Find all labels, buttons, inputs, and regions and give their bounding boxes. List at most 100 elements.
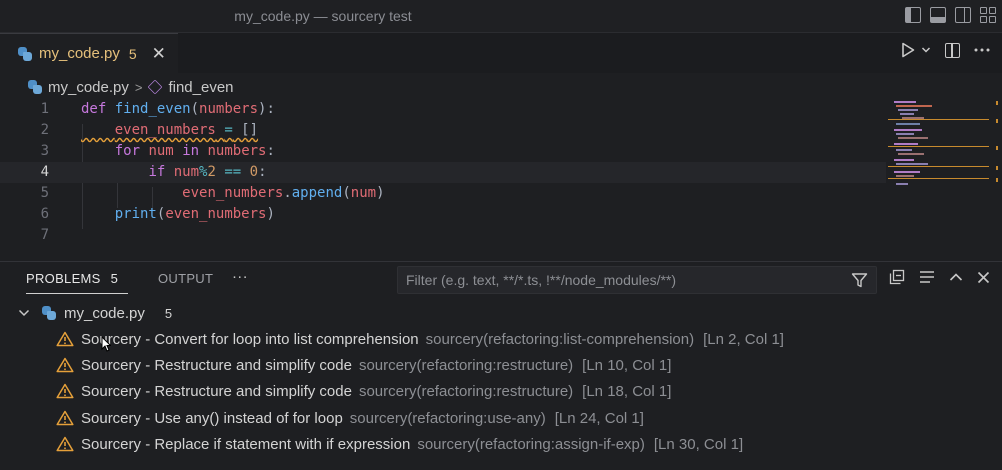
filter-input[interactable] <box>398 267 838 293</box>
minimap-line <box>896 123 920 125</box>
overview-ruler-marker <box>996 119 998 123</box>
code-text: if num%2 == 0: <box>148 164 267 180</box>
problem-message: Sourcery - Restructure and simplify code <box>81 356 352 374</box>
breadcrumb-file[interactable]: my_code.py <box>48 79 129 96</box>
bottom-panel: PROBLEMS 5 OUTPUT ··· my_code.py 5 Source… <box>0 261 1002 470</box>
minimap-warning-marker <box>888 119 989 120</box>
chevron-down-icon[interactable] <box>18 308 30 318</box>
chevron-down-icon[interactable] <box>921 45 931 55</box>
tab-close-icon[interactable]: ✕ <box>152 44 166 64</box>
minimap-line <box>896 149 912 151</box>
tab-problems-label: PROBLEMS <box>26 271 101 286</box>
code-text: print(even_numbers) <box>114 206 275 222</box>
minimap-line <box>900 113 914 115</box>
code-line: 7 <box>0 225 886 246</box>
title-bar: my_code.py — sourcery test <box>0 0 1002 33</box>
problem-source: sourcery(refactoring:use-any) <box>349 409 546 427</box>
code-line: 3 for num in numbers: <box>0 141 886 162</box>
minimap-warning-marker <box>888 178 989 179</box>
problem-source: sourcery(refactoring:restructure) <box>358 382 574 400</box>
problem-message: Sourcery - Use any() instead of for loop <box>81 409 343 427</box>
code-text: for num in numbers: <box>114 143 275 159</box>
problems-file-node[interactable]: my_code.py 5 <box>18 303 172 323</box>
problem-location: [Ln 30, Col 1] <box>653 435 744 453</box>
editor-tab[interactable]: my_code.py 5 ✕ <box>0 33 178 73</box>
active-tab-indicator <box>26 293 128 294</box>
overview-ruler-marker <box>996 178 998 182</box>
python-file-icon <box>28 80 42 94</box>
code-text: even_numbers = [] <box>114 122 259 138</box>
maximize-panel-icon[interactable] <box>949 272 963 282</box>
minimap-warning-marker <box>888 146 989 147</box>
problem-item[interactable]: Sourcery - Convert for loop into list co… <box>56 328 784 350</box>
problem-source: sourcery(refactoring:restructure) <box>358 356 574 374</box>
python-file-icon <box>18 46 32 61</box>
more-actions-icon[interactable] <box>974 48 990 52</box>
overview-ruler-marker <box>996 146 998 150</box>
problem-location: [Ln 2, Col 1] <box>703 330 784 348</box>
problem-item[interactable]: Sourcery - Restructure and simplify code… <box>56 380 671 402</box>
run-icon[interactable] <box>901 42 915 58</box>
code-text: even_numbers.append(num) <box>182 185 385 201</box>
minimap-line <box>896 183 908 185</box>
problem-location: [Ln 24, Col 1] <box>554 409 644 427</box>
problem-source: sourcery(refactoring:list-comprehension) <box>425 330 695 348</box>
minimap-line <box>894 143 918 145</box>
breadcrumb-symbol[interactable]: find_even <box>168 79 233 96</box>
toggle-primary-sidebar-icon[interactable] <box>905 7 921 23</box>
minimap[interactable] <box>888 99 998 254</box>
problems-file-count: 5 <box>164 305 173 321</box>
warning-icon <box>56 383 74 399</box>
problem-item[interactable]: Sourcery - Replace if statement with if … <box>56 433 743 455</box>
warning-icon <box>56 331 74 347</box>
customize-layout-icon[interactable] <box>980 7 996 23</box>
toggle-panel-icon[interactable] <box>930 7 946 23</box>
editor-actions <box>901 42 990 58</box>
line-number: 1 <box>40 101 49 117</box>
code-line: 2 even_numbers = [] <box>0 120 886 141</box>
tab-output[interactable]: OUTPUT <box>158 271 213 286</box>
problem-location: [Ln 18, Col 1] <box>582 382 672 400</box>
panel-more-tabs[interactable]: ··· <box>232 268 248 285</box>
warning-icon <box>56 436 74 452</box>
problem-item[interactable]: Sourcery - Restructure and simplify code… <box>56 354 671 376</box>
problem-location: [Ln 10, Col 1] <box>582 356 672 374</box>
layout-controls <box>905 7 996 23</box>
problem-item[interactable]: Sourcery - Use any() instead of for loop… <box>56 407 644 429</box>
overview-ruler-marker <box>996 101 998 105</box>
mouse-cursor-icon <box>101 336 111 352</box>
view-as-list-icon[interactable] <box>919 270 935 284</box>
tab-problem-count: 5 <box>128 45 137 62</box>
line-number: 2 <box>40 122 49 138</box>
overview-ruler-marker <box>996 166 998 170</box>
minimap-line <box>894 171 920 173</box>
minimap-line <box>894 129 922 131</box>
filter-icon[interactable] <box>851 272 868 289</box>
problem-message: Sourcery - Replace if statement with if … <box>81 435 411 453</box>
problem-message: Sourcery - Restructure and simplify code <box>81 382 352 400</box>
minimap-warning-marker <box>888 166 989 167</box>
problems-count-badge: 5 <box>110 271 119 286</box>
close-panel-icon[interactable] <box>977 271 990 284</box>
tab-problems[interactable]: PROBLEMS 5 <box>26 271 118 286</box>
minimap-line <box>896 175 914 177</box>
line-number: 4 <box>40 164 49 180</box>
symbol-method-icon <box>148 79 163 95</box>
code-line: 6 print(even_numbers) <box>0 204 886 225</box>
code-text: def find_even(numbers): <box>81 101 275 117</box>
minimap-line <box>898 153 924 155</box>
panel-tabs: PROBLEMS 5 OUTPUT ··· <box>0 262 1002 296</box>
toggle-secondary-sidebar-icon[interactable] <box>955 7 971 23</box>
minimap-line <box>898 109 918 111</box>
panel-actions <box>889 269 990 285</box>
code-editor[interactable]: 1 def find_even(numbers): 2 even_numbers… <box>0 99 886 252</box>
minimap-line <box>894 159 914 161</box>
code-line: 1 def find_even(numbers): <box>0 99 886 120</box>
tab-filename: my_code.py <box>39 45 120 62</box>
python-file-icon <box>42 306 56 320</box>
minimap-line <box>898 137 928 139</box>
collapse-all-icon[interactable] <box>889 269 905 285</box>
problems-file-name: my_code.py <box>64 304 145 322</box>
minimap-line <box>896 163 928 165</box>
split-editor-icon[interactable] <box>945 42 960 58</box>
